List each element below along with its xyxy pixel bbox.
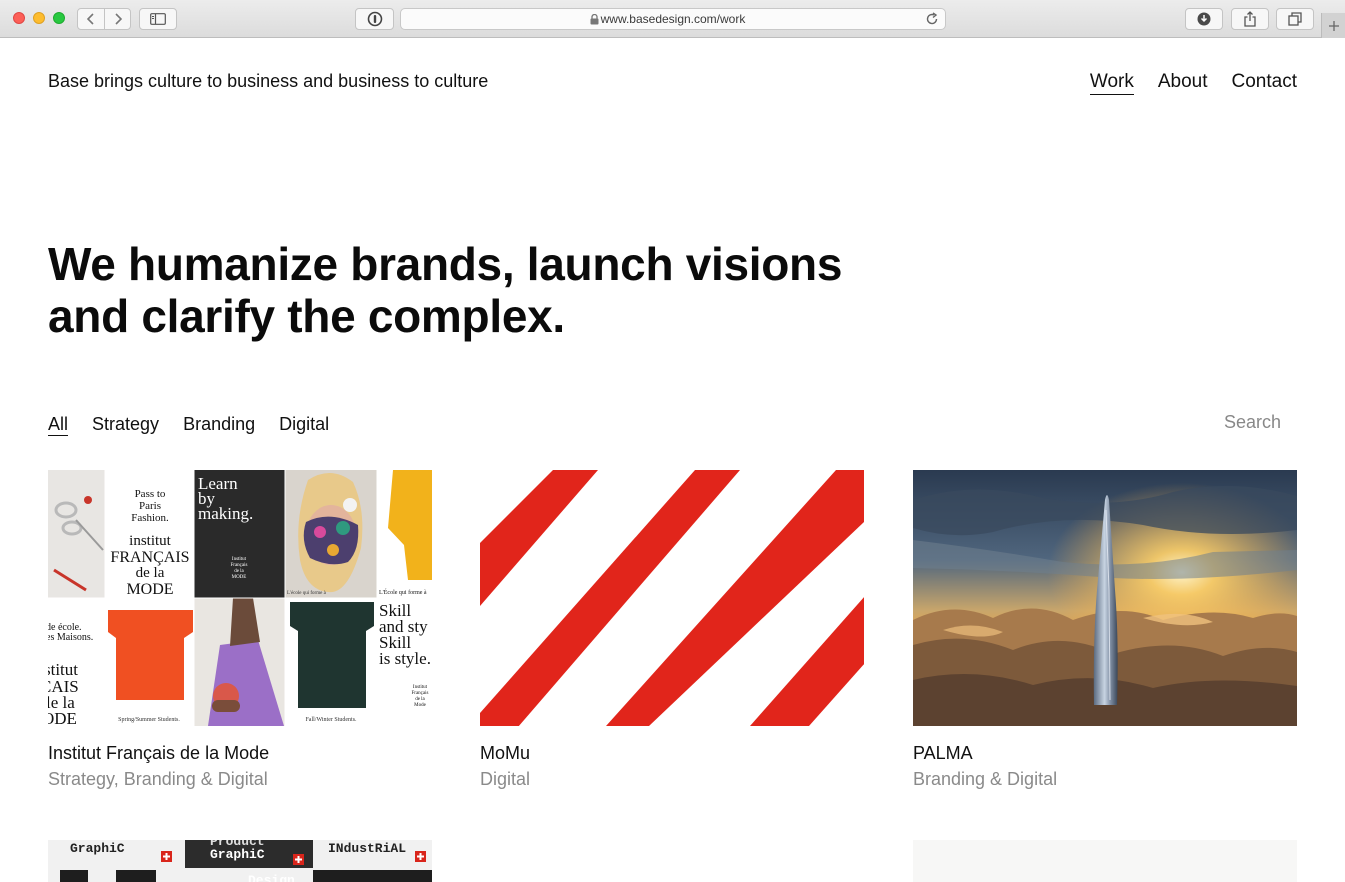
close-window-button[interactable]: [13, 12, 25, 24]
privacy-icon: [367, 11, 382, 27]
svg-text:Spring/Summer Students.: Spring/Summer Students.: [118, 717, 180, 723]
project-thumbnail-momu[interactable]: [480, 470, 864, 726]
back-icon[interactable]: [78, 9, 104, 29]
project-card-graphic-design[interactable]: GraphiC Product GraphiC INdustRiAL Desig…: [48, 840, 432, 882]
graphic-label-3: GraphiC: [210, 847, 265, 862]
nav-work[interactable]: Work: [1089, 71, 1134, 95]
svg-text:Mode: Mode: [414, 703, 426, 708]
palma-tower-photo: [913, 470, 1297, 726]
nav-contact[interactable]: Contact: [1232, 71, 1297, 95]
history-nav: [77, 8, 131, 30]
project-card-momu[interactable]: MoMu Digital: [480, 470, 864, 790]
address-bar[interactable]: www.basedesign.com/work: [400, 8, 946, 30]
svg-text:Paris: Paris: [139, 500, 161, 512]
downloads-button[interactable]: [1185, 8, 1223, 30]
project-categories: Digital: [480, 769, 531, 789]
search-input[interactable]: [1141, 412, 1281, 433]
new-tab-icon: [1328, 20, 1339, 31]
hero-heading: We humanize brands, launch visions and c…: [48, 238, 948, 342]
hero-line-1: We humanize brands, launch visions: [48, 238, 843, 290]
project-categories: Strategy, Branding & Digital: [48, 769, 268, 789]
momu-stripes-graphic: [480, 470, 864, 726]
project-card-ifm[interactable]: Pass to Paris Fashion. institut FRANÇAIS…: [48, 470, 432, 790]
project-title[interactable]: PALMA: [913, 743, 1297, 764]
project-title[interactable]: MoMu: [480, 743, 864, 764]
svg-text:Français: Français: [231, 563, 248, 568]
zoom-window-button[interactable]: [53, 12, 65, 24]
project-thumbnail-ifm[interactable]: Pass to Paris Fashion. institut FRANÇAIS…: [48, 470, 432, 726]
new-tab-button[interactable]: [1321, 13, 1345, 38]
svg-text:FRANÇAIS: FRANÇAIS: [110, 549, 189, 566]
graphic-design-thumbnail: GraphiC Product GraphiC INdustRiAL Desig…: [48, 840, 432, 882]
filter-branding[interactable]: Branding: [183, 414, 255, 436]
download-icon: [1197, 12, 1211, 26]
project-card-placeholder[interactable]: [913, 840, 1297, 882]
svg-text:L'École qui forme à: L'École qui forme à: [379, 588, 427, 596]
svg-text:Français: Français: [412, 691, 429, 696]
svg-text:es Maisons.: es Maisons.: [48, 632, 93, 643]
main-nav: Work About Contact: [1089, 71, 1297, 95]
svg-text:ODE: ODE: [48, 709, 77, 726]
minimize-window-button[interactable]: [33, 12, 45, 24]
svg-text:de la: de la: [136, 565, 165, 581]
filter-digital[interactable]: Digital: [279, 414, 329, 436]
ifm-poster-collage: Pass to Paris Fashion. institut FRANÇAIS…: [48, 470, 432, 726]
project-card-palma[interactable]: PALMA Branding & Digital: [913, 470, 1297, 790]
graphic-label-4: INdustRiAL: [328, 841, 406, 856]
browser-toolbar: www.basedesign.com/work: [0, 0, 1345, 38]
svg-text:Institut: Institut: [232, 557, 247, 562]
nav-about[interactable]: About: [1158, 71, 1208, 95]
sidebar-icon: [150, 13, 166, 25]
poster-text-pass-to: Pass to: [135, 488, 166, 500]
svg-text:making.: making.: [198, 504, 253, 523]
share-icon: [1244, 11, 1256, 27]
forward-icon[interactable]: [104, 9, 130, 29]
sidebar-toggle-button[interactable]: [139, 8, 177, 30]
svg-text:Institut: Institut: [413, 685, 428, 690]
project-categories: Branding & Digital: [913, 769, 1058, 789]
svg-text:MODE: MODE: [126, 581, 173, 598]
hero-line-2: and clarify the complex.: [48, 290, 565, 342]
svg-text:Fall/Winter Students.: Fall/Winter Students.: [305, 717, 357, 723]
project-thumbnail-palma[interactable]: [913, 470, 1297, 726]
svg-text:de la: de la: [234, 569, 244, 574]
svg-text:de la: de la: [415, 697, 425, 702]
svg-text:Fashion.: Fashion.: [131, 512, 169, 524]
category-filters: All Strategy Branding Digital: [48, 414, 329, 436]
privacy-report-button[interactable]: [355, 8, 394, 30]
filter-all[interactable]: All: [48, 414, 69, 436]
svg-text:L'école qui forme à: L'école qui forme à: [287, 591, 327, 596]
tabs-icon: [1288, 12, 1302, 26]
project-title[interactable]: Institut Français de la Mode: [48, 743, 432, 764]
graphic-label-5: Design: [248, 873, 295, 882]
svg-text:MODE: MODE: [232, 575, 247, 580]
url-text: www.basedesign.com/work: [600, 12, 746, 26]
svg-text:is style.: is style.: [379, 649, 431, 668]
site-tagline[interactable]: Base brings culture to business and busi…: [48, 71, 488, 92]
graphic-label-1: GraphiC: [70, 841, 125, 856]
svg-text:institut: institut: [129, 533, 172, 549]
reload-icon[interactable]: [925, 12, 939, 26]
show-tabs-button[interactable]: [1276, 8, 1314, 30]
filter-strategy[interactable]: Strategy: [92, 414, 159, 436]
share-button[interactable]: [1231, 8, 1269, 30]
